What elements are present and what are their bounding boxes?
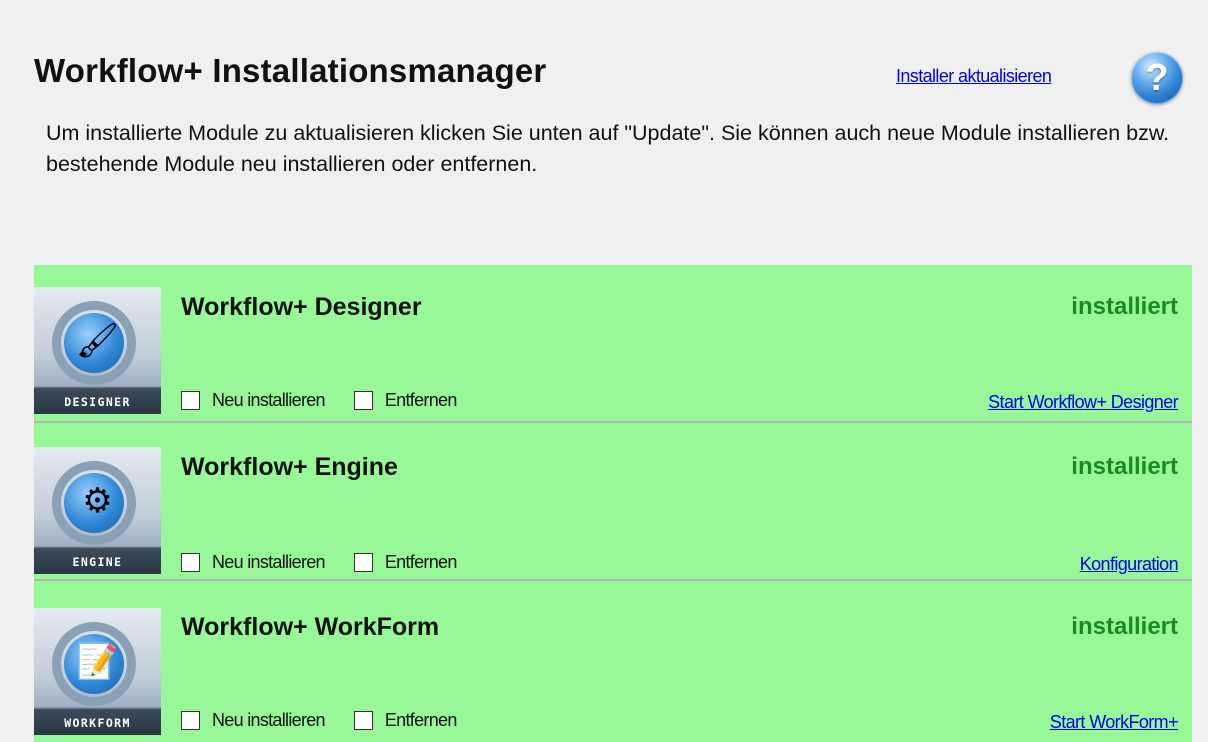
reinstall-label: Neu installieren	[212, 552, 326, 572]
module-name: Workflow+ WorkForm	[181, 613, 440, 641]
remove-label: Entfernen	[384, 390, 457, 410]
module-options: Neu installieren Entfernen	[181, 390, 486, 411]
status-label: installiert	[1071, 293, 1178, 320]
module-options: Neu installieren Entfernen	[181, 710, 486, 731]
start-workform-link[interactable]: Start WorkForm+	[1050, 712, 1179, 733]
reinstall-label: Neu installieren	[212, 710, 326, 730]
intro-text: Um installierte Module zu aktualisieren …	[46, 121, 1170, 176]
status-label: installiert	[1071, 453, 1178, 480]
reinstall-checkbox[interactable]	[181, 711, 200, 730]
help-button[interactable]: ?	[1131, 52, 1183, 104]
start-designer-link[interactable]: Start Workflow+ Designer	[988, 392, 1178, 413]
module-name: Workflow+ Designer	[181, 293, 422, 321]
designer-icon: 🖌 DESIGNER	[34, 287, 161, 414]
update-installer-link[interactable]: Installer aktualisieren	[896, 66, 1052, 87]
status-label: installiert	[1071, 613, 1178, 640]
module-engine: ⚙ ENGINE Workflow+ Engine installiert Ne…	[34, 423, 1192, 581]
reinstall-label: Neu installieren	[212, 390, 326, 410]
module-name: Workflow+ Engine	[181, 453, 398, 481]
engine-icon-label: ENGINE	[72, 555, 123, 569]
remove-checkbox[interactable]	[353, 391, 373, 410]
remove-checkbox[interactable]	[353, 711, 373, 730]
module-options: Neu installieren Entfernen	[181, 552, 486, 573]
reinstall-checkbox[interactable]	[181, 553, 200, 572]
configuration-link[interactable]: Konfiguration	[1080, 554, 1179, 575]
module-designer: 🖌 DESIGNER Workflow+ Designer installier…	[34, 265, 1192, 423]
reinstall-checkbox[interactable]	[181, 391, 200, 410]
remove-label: Entfernen	[384, 552, 457, 572]
module-workform: 📝 WORKFORM Workflow+ WorkForm installier…	[34, 583, 1192, 739]
page-title: Workflow+ Installationsmanager	[34, 52, 547, 89]
workform-icon: 📝 WORKFORM	[34, 608, 161, 735]
remove-label: Entfernen	[384, 710, 457, 730]
workform-icon-label: WORKFORM	[64, 716, 131, 730]
designer-icon-label: DESIGNER	[64, 395, 131, 409]
engine-icon: ⚙ ENGINE	[34, 447, 161, 574]
help-icon: ?	[1145, 57, 1169, 99]
module-list: 🖌 DESIGNER Workflow+ Designer installier…	[34, 265, 1192, 742]
remove-checkbox[interactable]	[353, 553, 373, 572]
